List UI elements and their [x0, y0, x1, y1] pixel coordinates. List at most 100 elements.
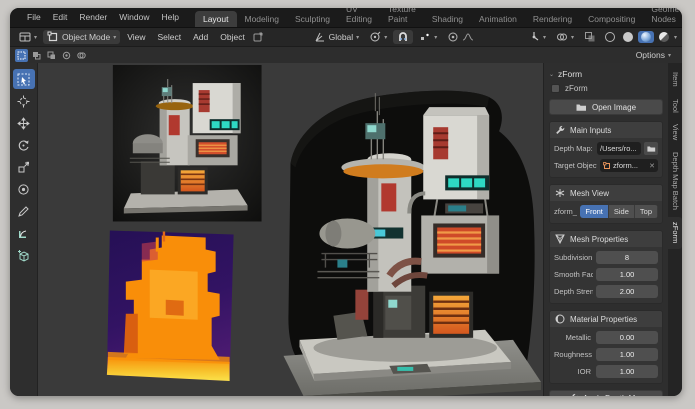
sidebar-tab-item[interactable]: Item: [668, 67, 682, 92]
apply-depth-map-button[interactable]: Apply Depth Map: [549, 390, 663, 396]
proportional-editing-toggle[interactable]: [443, 30, 478, 44]
options-dropdown[interactable]: Options ▾: [630, 49, 677, 61]
snap-settings[interactable]: ▾: [415, 30, 441, 44]
browse-depth-map-button[interactable]: [644, 142, 658, 155]
view-front-button[interactable]: Front: [580, 205, 609, 218]
shading-material-button[interactable]: [638, 31, 654, 43]
wireframe-sphere-icon: [605, 32, 615, 42]
rotate-tool[interactable]: [13, 135, 35, 155]
depth-strength-label: Depth Stren...: [554, 287, 593, 296]
xray-toggle[interactable]: [580, 30, 600, 44]
sidebar-tab-tool[interactable]: Tool: [668, 94, 682, 118]
zform-panel-header[interactable]: ⌄ zForm: [549, 69, 663, 79]
move-tool[interactable]: [13, 113, 35, 133]
pivot-point-selector[interactable]: ▾: [365, 30, 391, 44]
target-object-field[interactable]: zform... ✕: [600, 159, 658, 172]
select-mode-intersect-button[interactable]: [75, 49, 88, 62]
depth-map-plane[interactable]: [107, 231, 234, 381]
shading-solid-button[interactable]: [620, 31, 636, 43]
menu-render[interactable]: Render: [73, 8, 113, 27]
mesh-properties-header[interactable]: Mesh Properties: [550, 231, 662, 247]
viewport-3d[interactable]: [38, 63, 543, 396]
menu-object[interactable]: Object: [215, 32, 250, 42]
menu-file[interactable]: File: [21, 8, 47, 27]
zform-enable-row: zForm: [551, 84, 663, 93]
zform-checkbox[interactable]: [551, 84, 560, 93]
shading-wireframe-button[interactable]: [602, 31, 618, 43]
menu-help[interactable]: Help: [155, 8, 184, 27]
subdivision-value-slider[interactable]: 8: [596, 251, 658, 264]
menu-window[interactable]: Window: [113, 8, 155, 27]
select-new-icon: [17, 51, 26, 60]
cursor-tool[interactable]: [13, 91, 35, 111]
shading-options-chevron-icon[interactable]: ▾: [674, 34, 677, 41]
tab-rendering[interactable]: Rendering: [525, 11, 580, 27]
overlays-toggle[interactable]: ▾: [552, 30, 578, 44]
annotate-tool[interactable]: [13, 201, 35, 221]
editor-type-icon: [19, 31, 31, 43]
roughness-value-slider[interactable]: 1.00: [596, 348, 658, 361]
material-properties-title: Material Properties: [570, 315, 637, 324]
add-cube-tool[interactable]: [13, 245, 35, 265]
depth-strength-value-slider[interactable]: 2.00: [596, 285, 658, 298]
select-mode-subtract-button[interactable]: [45, 49, 58, 62]
target-object-row: Target Object: zform... ✕: [554, 159, 658, 172]
view-top-button[interactable]: Top: [635, 205, 658, 218]
proportional-editing-icon: [447, 31, 459, 43]
depth-map-path-field[interactable]: /Users/ro...: [597, 142, 641, 155]
measure-tool[interactable]: [13, 223, 35, 243]
view-side-button[interactable]: Side: [609, 205, 635, 218]
tab-texture-paint[interactable]: Texture Paint: [380, 8, 424, 27]
smooth-factor-value-slider[interactable]: 1.00: [596, 268, 658, 281]
zform-panel: ⌄ zForm zForm Open Image: [543, 63, 668, 396]
tab-animation[interactable]: Animation: [471, 11, 525, 27]
apply-depth-map-label: Apply Depth Map: [583, 394, 644, 397]
clear-target-icon[interactable]: ✕: [649, 162, 655, 170]
ior-value-slider[interactable]: 1.00: [596, 365, 658, 378]
menu-add[interactable]: Add: [188, 32, 213, 42]
tab-shading[interactable]: Shading: [424, 11, 471, 27]
gizmos-toggle[interactable]: ▾: [524, 30, 550, 44]
reference-photo-plane[interactable]: [113, 65, 262, 221]
editor-type-selector[interactable]: ▾: [15, 30, 41, 44]
main-inputs-header[interactable]: Main Inputs: [550, 122, 662, 138]
transform-tool[interactable]: [13, 179, 35, 199]
tab-uv-editing[interactable]: UV Editing: [338, 8, 380, 27]
sidebar-tab-depth-map-batch[interactable]: Depth Map Batch: [668, 147, 682, 215]
subdivision-row: Subdivision ... 8: [554, 251, 658, 264]
tab-sculpting[interactable]: Sculpting: [287, 11, 338, 27]
tab-layout[interactable]: Layout: [195, 11, 237, 27]
menu-edit[interactable]: Edit: [47, 8, 74, 27]
sidebar-tab-zform[interactable]: zForm: [668, 217, 682, 248]
tab-geometry-nodes[interactable]: Geometry Nodes: [643, 8, 682, 27]
zform-mesh-object[interactable]: [284, 91, 541, 396]
open-image-button[interactable]: Open Image: [549, 99, 663, 115]
mesh-view-header[interactable]: Mesh View: [550, 185, 662, 201]
select-mode-extend-button[interactable]: [30, 49, 43, 62]
select-box-tool[interactable]: [13, 69, 35, 89]
ior-row: IOR 1.00: [554, 365, 658, 378]
select-mode-new-button[interactable]: [15, 49, 28, 62]
menu-select[interactable]: Select: [153, 32, 187, 42]
tab-compositing[interactable]: Compositing: [580, 11, 643, 27]
wrench-icon: [555, 125, 565, 135]
tab-modeling[interactable]: Modeling: [237, 11, 288, 27]
sidebar: ⌄ zForm zForm Open Image: [543, 63, 682, 396]
mesh-object-name: zform_mesh...: [554, 207, 577, 216]
select-mode-invert-button[interactable]: [60, 49, 73, 62]
metallic-value-slider[interactable]: 0.00: [596, 331, 658, 344]
target-object-name: zform...: [613, 161, 647, 170]
mode-selector[interactable]: Object Mode ▾: [43, 30, 120, 44]
sidebar-tab-view[interactable]: View: [668, 119, 682, 145]
orientation-selector[interactable]: Global ▾: [310, 30, 364, 44]
snap-toggle[interactable]: [393, 30, 413, 44]
snap-target-icon: [419, 31, 431, 43]
scale-tool[interactable]: [13, 157, 35, 177]
transform-icon[interactable]: [252, 31, 264, 43]
menu-view[interactable]: View: [122, 32, 150, 42]
view-direction-segment: Front Side Top: [580, 205, 658, 218]
shading-rendered-button[interactable]: [656, 31, 672, 43]
mesh-properties-title: Mesh Properties: [570, 235, 628, 244]
chevron-down-icon: ▾: [34, 34, 37, 41]
material-properties-header[interactable]: Material Properties: [550, 311, 662, 327]
